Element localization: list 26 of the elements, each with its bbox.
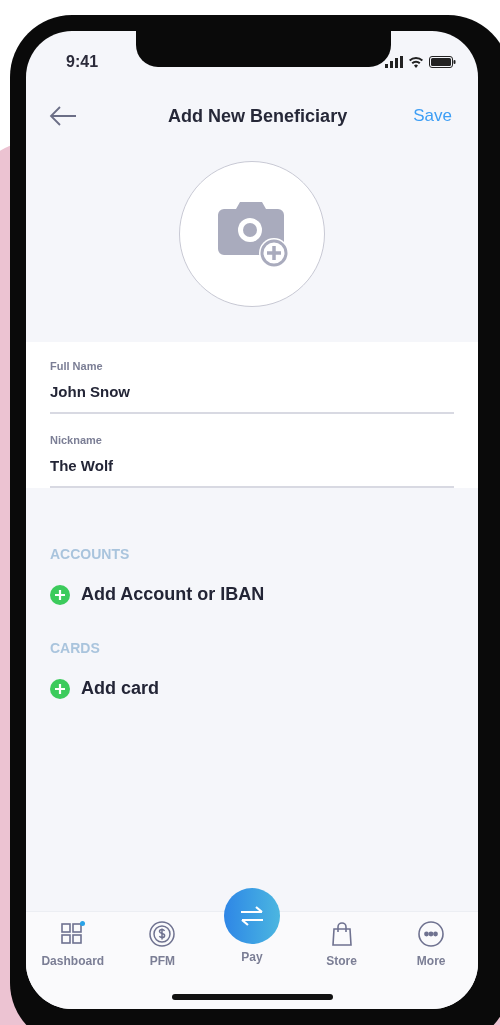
- field-label: Nickname: [50, 433, 103, 448]
- plus-circle-icon: [50, 584, 70, 605]
- signal-icon: [385, 56, 403, 68]
- tab-item[interactable]: Store: [296, 920, 387, 1009]
- screen-title: Add New Beneficiary: [168, 104, 348, 128]
- back-arrow-icon: [49, 106, 77, 126]
- save-button[interactable]: Save: [413, 103, 452, 129]
- tab-item[interactable]: Dashboard: [28, 920, 118, 1009]
- more-icon: [417, 920, 446, 948]
- pay-tab[interactable]: Pay: [207, 888, 297, 972]
- text-field[interactable]: The Wolf: [50, 454, 454, 477]
- add-item-button[interactable]: Add card: [50, 675, 454, 702]
- swap-arrows-icon: [239, 905, 265, 927]
- tab-item[interactable]: More: [386, 920, 476, 1009]
- text-field[interactable]: John Snow: [50, 380, 454, 403]
- tab-item[interactable]: PFM: [117, 920, 208, 1009]
- plus-circle-icon: [50, 678, 70, 699]
- status-time: 9:41: [66, 52, 99, 72]
- section-heading: CARDS: [50, 639, 101, 658]
- wifi-icon: [408, 56, 424, 68]
- grid-icon: [61, 923, 82, 944]
- field-label: Full Name: [50, 359, 104, 374]
- section-heading: ACCOUNTS: [50, 545, 131, 564]
- battery-icon: [429, 56, 456, 68]
- add-item-button[interactable]: Add Account or IBAN: [50, 581, 454, 608]
- dollar-coin-icon: [148, 920, 177, 948]
